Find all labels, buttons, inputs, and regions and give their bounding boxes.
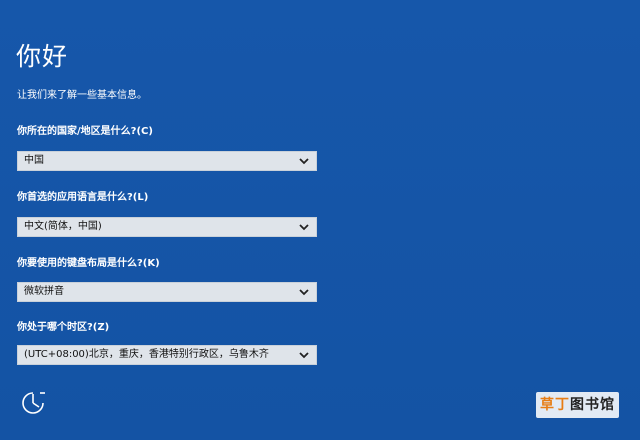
keyboard-select[interactable]: 微软拼音 [17, 282, 317, 302]
setup-page: 你好 让我们来了解一些基本信息。 你所在的国家/地区是什么?(C) 中国 你首选… [0, 0, 640, 440]
chevron-down-icon [299, 289, 309, 296]
watermark-part2: 图书馆 [570, 397, 615, 413]
country-select[interactable]: 中国 [17, 151, 317, 171]
page-subtitle: 让我们来了解一些基本信息。 [17, 90, 147, 101]
language-select[interactable]: 中文(简体，中国) [17, 217, 317, 237]
watermark: 草丁 图书馆 [536, 392, 619, 418]
chevron-down-icon [299, 158, 309, 165]
keyboard-label: 你要使用的键盘布局是什么?(K) [17, 258, 160, 269]
country-label: 你所在的国家/地区是什么?(C) [17, 126, 153, 137]
chevron-down-icon [299, 352, 309, 359]
timezone-label: 你处于哪个时区?(Z) [17, 322, 110, 333]
watermark-part1: 草丁 [540, 397, 570, 413]
keyboard-value: 微软拼音 [24, 286, 64, 297]
chevron-down-icon [299, 224, 309, 231]
timezone-select[interactable]: (UTC+08:00)北京，重庆，香港特别行政区，乌鲁木齐 [17, 345, 317, 365]
timezone-value: (UTC+08:00)北京，重庆，香港特别行政区，乌鲁木齐 [24, 349, 269, 360]
page-title: 你好 [16, 42, 69, 71]
language-label: 你首选的应用语言是什么?(L) [17, 192, 149, 203]
language-value: 中文(简体，中国) [24, 221, 102, 232]
country-value: 中国 [24, 155, 44, 166]
ease-of-access-icon[interactable] [20, 390, 46, 416]
